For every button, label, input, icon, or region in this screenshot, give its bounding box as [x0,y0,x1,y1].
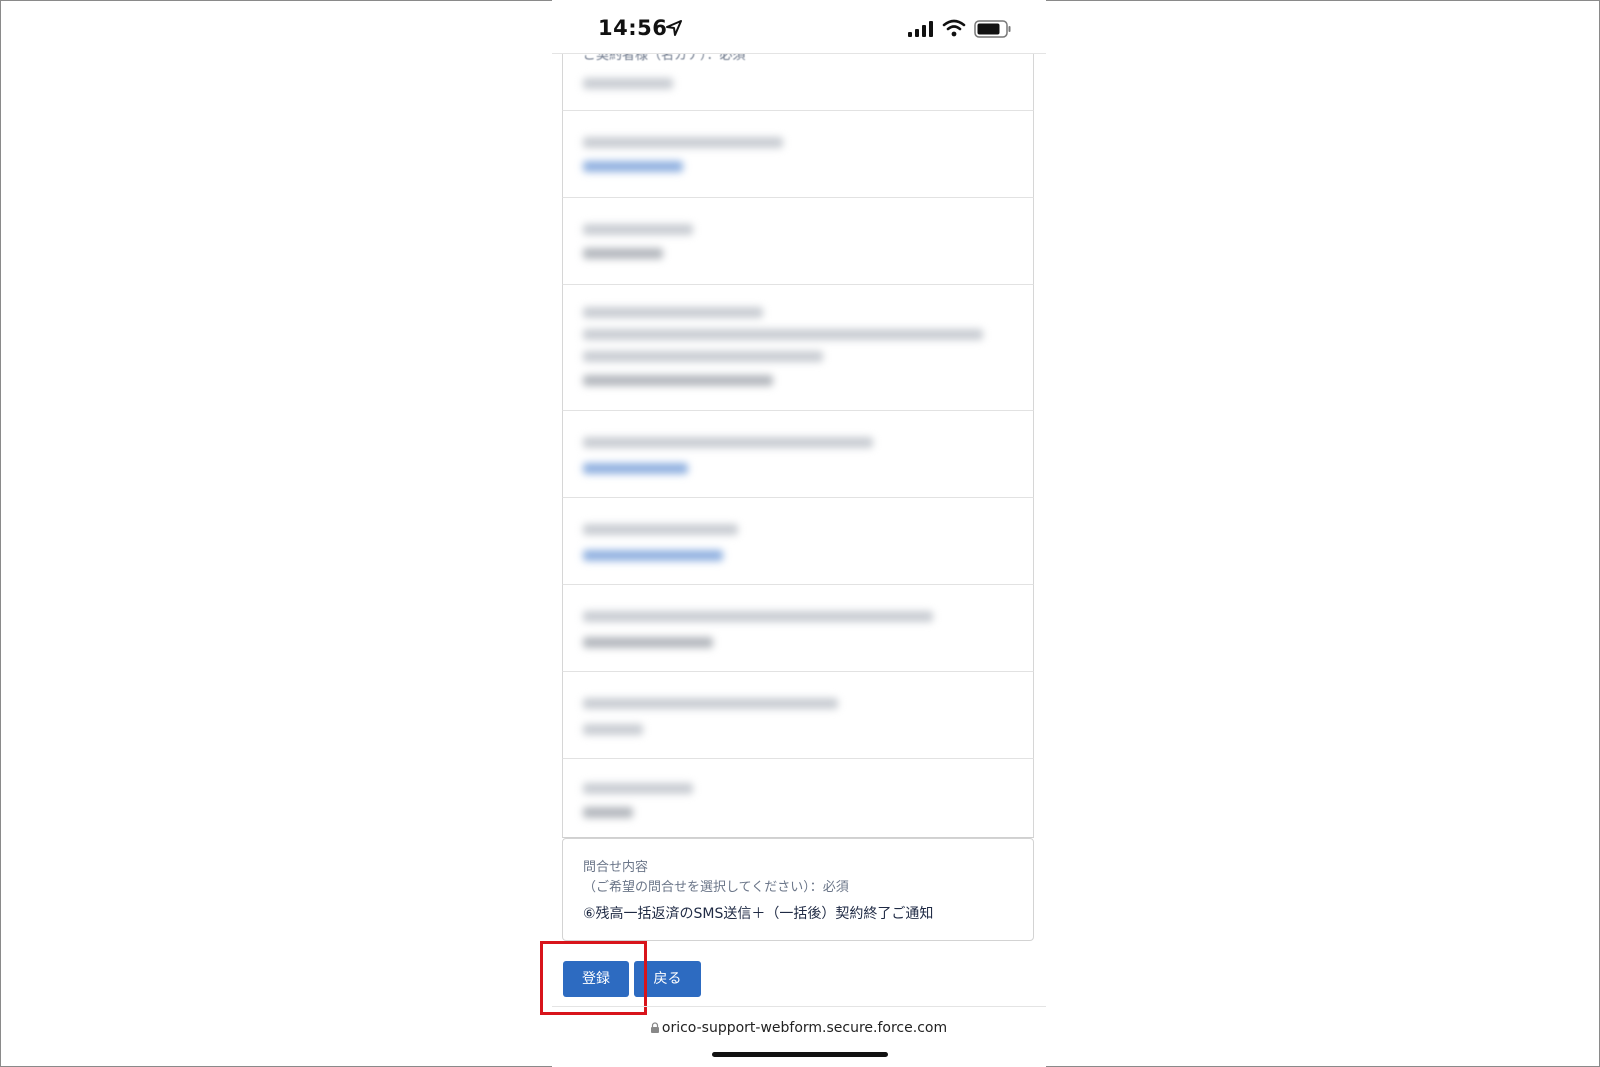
wifi-icon [942,19,966,37]
inquiry-value: ⑥残高一括返済のSMS送信＋（一括後）契約終了ご通知 [583,906,934,922]
field-label: ご契約者様（名カナ）：必須 [583,54,746,63]
signal-icon [908,21,933,37]
form-field-card [562,585,1034,672]
browser-address-bar[interactable]: orico-support-webform.secure.force.com [552,1020,1046,1036]
status-time: 14:56 [598,16,668,40]
inquiry-field-card: 問合せ内容 （ご希望の問合せを選択してください）：必須 ⑥残高一括返済のSMS送… [562,838,1034,941]
home-indicator[interactable] [712,1052,888,1057]
form-scroll-area[interactable]: ご契約者様（名カナ）：必須 問合せ内容 （ご希望の問合せを選択してください）：必… [552,54,1046,1006]
inquiry-label-hint: （ご希望の問合せを選択してください）：必須 [583,880,849,895]
form-field-card [562,498,1034,585]
form-field-card [562,111,1034,198]
inquiry-label: 問合せ内容 （ご希望の問合せを選択してください）：必須 [583,858,849,898]
url-text: orico-support-webform.secure.force.com [661,1020,948,1036]
phone-screen: 14:56 ご契約者様（名カナ）：必須 問合せ内容 （ご希望の問合せを選択してく… [552,0,1046,1067]
status-bar: 14:56 [552,10,1046,50]
inquiry-label-title: 問合せ内容 [583,860,649,875]
location-arrow-icon [666,20,682,36]
lock-icon [650,1022,659,1033]
form-field-card [562,285,1034,411]
form-field-card [562,672,1034,759]
annotation-highlight-box [540,941,647,1015]
form-field-card [562,198,1034,285]
battery-icon [974,20,1011,38]
form-field-card [562,411,1034,498]
form-field-card [562,759,1034,838]
browser-bar-divider [552,1006,1046,1007]
form-field-card: ご契約者様（名カナ）：必須 [562,54,1034,111]
